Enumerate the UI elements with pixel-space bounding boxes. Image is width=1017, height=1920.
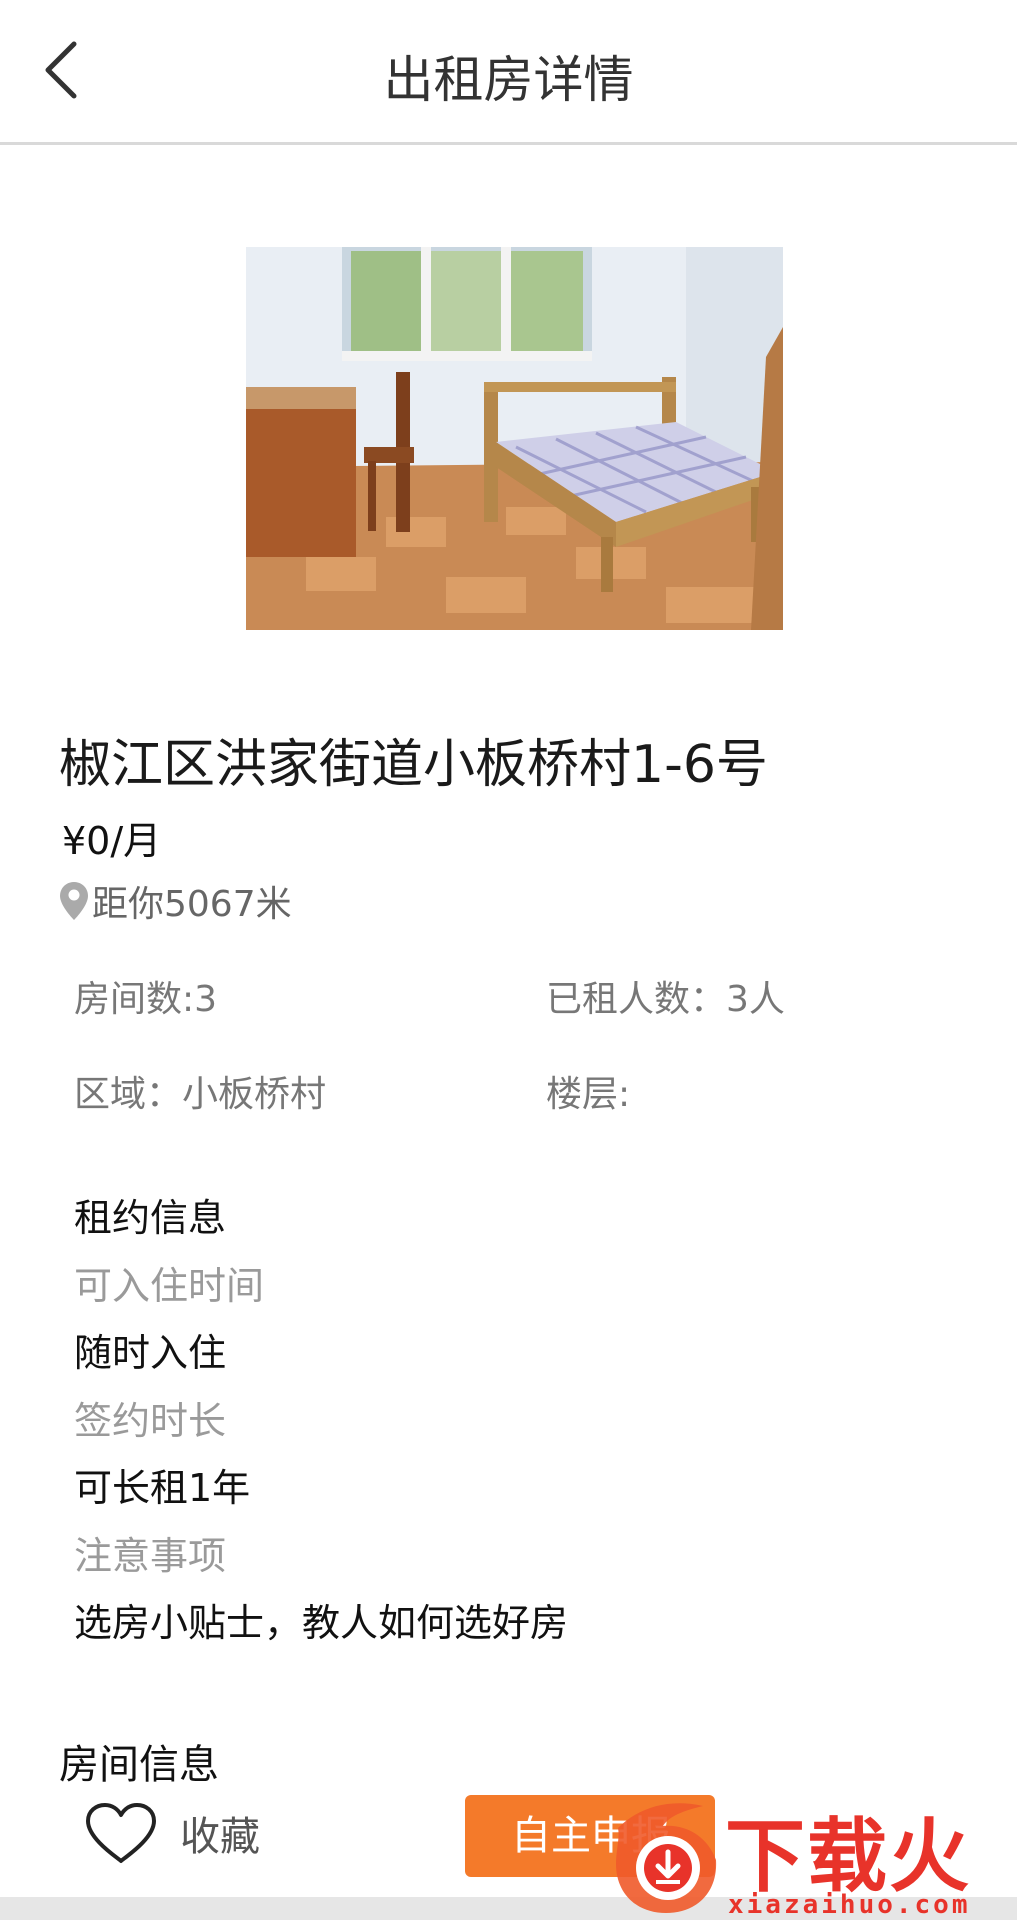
move-in-label: 可入住时间 bbox=[74, 1263, 265, 1308]
rented-count: 已租人数：3人 bbox=[546, 979, 785, 1020]
listing-price: ¥0/月 bbox=[62, 819, 162, 863]
heart-outline-icon bbox=[86, 1803, 156, 1863]
distance-row: 距你5067米 bbox=[58, 878, 292, 925]
favorite-button[interactable]: 收藏 bbox=[84, 1793, 260, 1873]
nav-bar: 出租房详情 bbox=[0, 0, 1017, 145]
floor-info: 楼层: bbox=[546, 1074, 631, 1115]
term-value: 可长租1年 bbox=[74, 1466, 251, 1510]
lease-heading: 租约信息 bbox=[74, 1196, 227, 1240]
favorite-label: 收藏 bbox=[180, 1814, 260, 1860]
move-in-value: 随时入住 bbox=[74, 1331, 227, 1375]
room-count: 房间数:3 bbox=[74, 979, 218, 1020]
listing-address: 椒江区洪家街道小板桥村1-6号 bbox=[59, 735, 768, 795]
area-info: 区域：小板桥村 bbox=[74, 1074, 327, 1115]
distance-text: 距你5067米 bbox=[92, 884, 292, 925]
listing-photo[interactable] bbox=[246, 247, 783, 630]
notes-value: 选房小贴士，教人如何选好房 bbox=[74, 1601, 569, 1645]
watermark: 下载火 xiazaihuo.com bbox=[600, 1790, 1017, 1920]
notes-label: 注意事项 bbox=[74, 1533, 227, 1578]
room-info-heading: 房间信息 bbox=[59, 1742, 219, 1788]
lease-section: 租约信息 可入住时间 随时入住 签约时长 可长租1年 注意事项 选房小贴士，教人… bbox=[74, 1185, 954, 1658]
watermark-logo-icon bbox=[616, 1803, 717, 1913]
term-label: 签约时长 bbox=[74, 1398, 227, 1443]
page-title: 出租房详情 bbox=[383, 51, 634, 109]
watermark-url: xiazaihuo.com bbox=[728, 1890, 971, 1920]
map-pin-icon bbox=[60, 882, 88, 920]
